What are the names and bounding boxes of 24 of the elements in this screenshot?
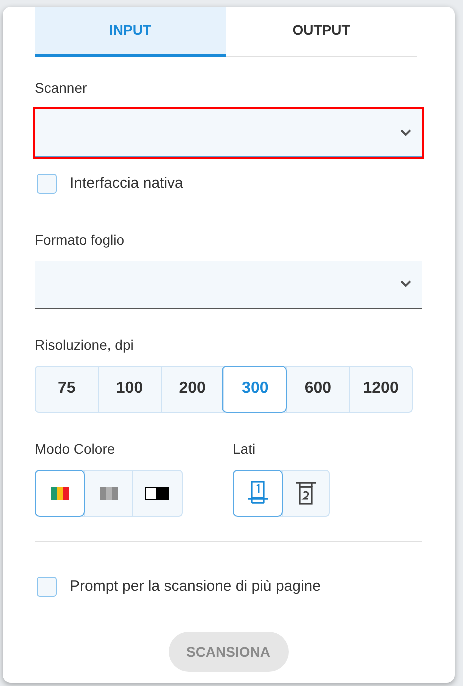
resolution-option[interactable]: 300 [223, 366, 286, 412]
field-label: Lati [233, 440, 256, 458]
resolution-option[interactable]: 75 [36, 366, 98, 412]
field-label: Modo Colore [35, 440, 116, 458]
checkbox[interactable] [37, 576, 57, 597]
double-sided-page-icon [294, 481, 318, 505]
field-label: Formato foglio [35, 230, 124, 250]
single-sided-page-icon [246, 481, 270, 505]
scanner-select[interactable] [35, 109, 422, 157]
resolution-option[interactable]: 100 [98, 366, 161, 412]
checkbox-label: Prompt per la scansione di più pagine [70, 576, 321, 596]
checkbox[interactable] [37, 174, 57, 194]
tab[interactable]: OUTPUT [226, 7, 417, 57]
color-bars-icon [51, 486, 69, 500]
resolution-option[interactable]: 600 [286, 366, 350, 412]
checkbox-label: Interfaccia nativa [70, 174, 184, 194]
resolution-option[interactable]: 1200 [349, 366, 412, 412]
grayscale-bars-icon [100, 486, 118, 500]
color-mode-option[interactable] [36, 470, 84, 516]
chevron-down-icon [400, 280, 412, 288]
field-label: Scanner [35, 79, 88, 98]
chevron-down-icon [400, 128, 412, 136]
field-label: Risoluzione, dpi [35, 336, 134, 355]
half-filled-square-icon [144, 486, 168, 500]
